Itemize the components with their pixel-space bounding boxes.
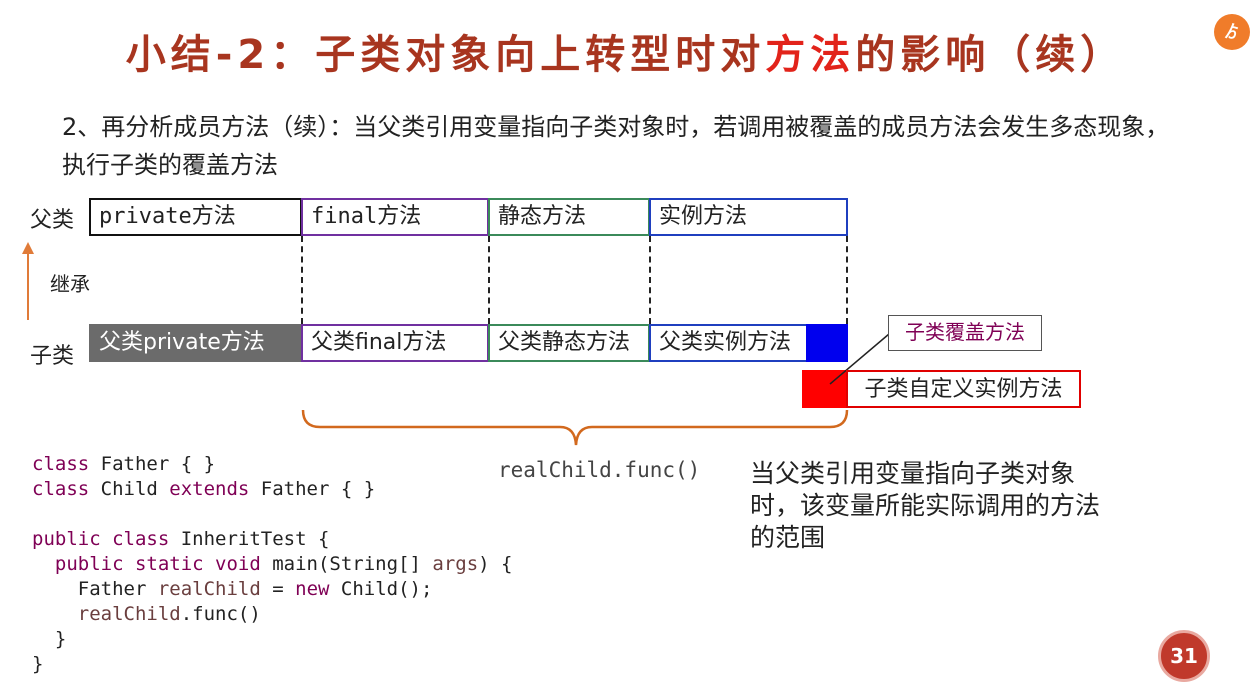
range-note: 当父类引用变量指向子类对象时，该变量所能实际调用的方法的范围 [750,459,1101,552]
code-line-4: public class InheritTest { [32,527,512,552]
code-text: Child(); [329,578,433,600]
code-keyword: new [295,578,330,600]
code-variable: realChild [157,578,261,600]
code-block: class Father { } class Child extends Fath… [32,452,512,677]
custom-callout: 子类自定义实例方法 [846,370,1081,408]
code-text: .func() [180,603,261,625]
code-keyword: class [32,478,90,500]
range-brace [301,409,849,446]
code-line-3: ​ [32,502,512,527]
code-line-5: public static void main(String[] args) { [32,552,513,577]
brace-label: realChild.func() [498,458,701,482]
code-line-1: class Father { } [32,452,512,477]
code-keyword: public static void [54,553,261,575]
code-variable: realChild [77,603,181,625]
code-line-8: } [32,628,67,650]
code-text: main(String[] [260,553,433,575]
code-text: InheritTest { [169,528,330,550]
code-text: Child [89,478,170,500]
code-keyword: public class [32,528,170,550]
override-callout: 子类覆盖方法 [888,315,1042,351]
code-text: Father { } [249,478,376,500]
code-text: = [260,578,296,600]
code-line-9: } [32,653,44,675]
code-line-2: class Child extends Father { } [32,477,512,502]
code-line-6: Father realChild = new Child(); [32,577,512,602]
code-text: ) { [478,553,513,575]
code-text: Father [32,578,158,600]
code-keyword: extends [169,478,250,500]
code-variable: args [432,553,479,575]
page-number-badge: 31 [1158,630,1210,682]
code-text: Father { } [89,453,216,475]
code-line-7: realChild.func() [32,602,512,627]
code-keyword: class [32,453,90,475]
